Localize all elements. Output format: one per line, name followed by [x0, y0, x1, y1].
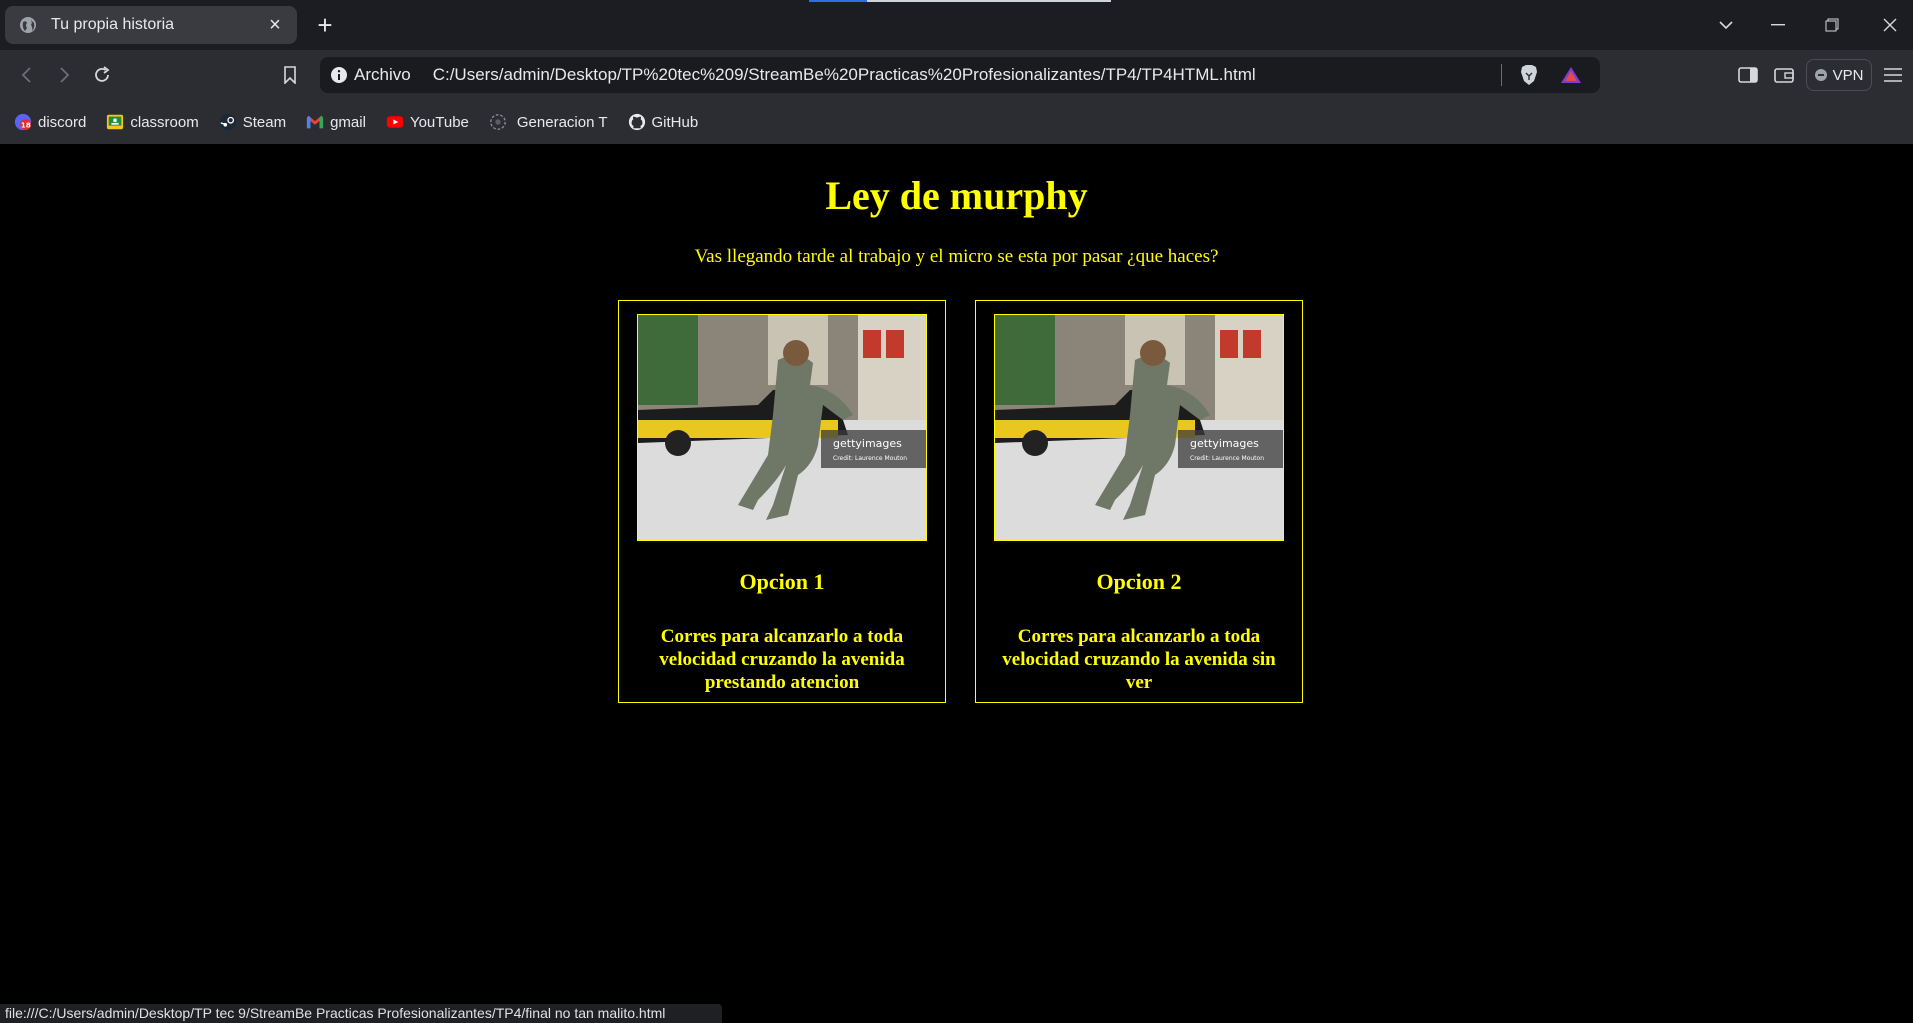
globe-icon [20, 17, 36, 33]
youtube-icon [386, 113, 404, 131]
minimize-button[interactable] [1758, 0, 1798, 50]
hamburger-menu-icon [1884, 68, 1902, 82]
tab-title: Tu propia historia [51, 16, 175, 33]
running-man-photo: gettyimages Credit: Laurence Mouton [638, 315, 926, 540]
photo-watermark: gettyimages [1190, 437, 1259, 450]
brave-shields-button[interactable] [1516, 62, 1542, 88]
bookmark-generacion-t[interactable]: Generacion T [489, 113, 608, 131]
address-bar[interactable]: Archivo C:/Users/admin/Desktop/TP%20tec%… [320, 57, 1600, 93]
bookmark-github[interactable]: GitHub [628, 113, 699, 131]
bookmark-discord[interactable]: 18 discord [14, 113, 86, 131]
triangle-rewards-icon [1561, 67, 1581, 83]
photo-watermark: gettyimages [833, 437, 902, 450]
option-card-1[interactable]: gettyimages Credit: Laurence Mouton Opci… [618, 300, 946, 703]
wallet-icon [1774, 68, 1794, 83]
restore-button[interactable] [1812, 0, 1852, 50]
reload-icon [95, 66, 110, 82]
wallet-button[interactable] [1769, 60, 1799, 90]
steam-icon [219, 113, 237, 131]
page-content: Ley de murphy Vas llegando tarde al trab… [0, 144, 1913, 1023]
bookmark-gmail[interactable]: gmail [306, 113, 366, 131]
sidebar-icon [1738, 67, 1758, 83]
option-description: Corres para alcanzarlo a toda velocidad … [1002, 626, 1276, 693]
classroom-icon [106, 113, 124, 131]
page-title: Ley de murphy [825, 173, 1088, 218]
tab-search-indicator [809, 0, 1111, 2]
bookmark-label: Generacion T [516, 113, 608, 131]
option-title[interactable]: Opcion 2 [976, 569, 1302, 595]
bookmark-steam[interactable]: Steam [219, 113, 286, 131]
close-window-button[interactable] [1870, 0, 1910, 50]
option-photo[interactable]: gettyimages Credit: Laurence Mouton [994, 314, 1284, 541]
forward-button[interactable] [49, 60, 79, 90]
chevron-down-icon [1719, 21, 1733, 30]
running-man-photo: gettyimages Credit: Laurence Mouton [995, 315, 1283, 540]
bookmark-label: discord [38, 113, 87, 131]
back-button[interactable] [12, 60, 42, 90]
bookmark-label: YouTube [409, 113, 469, 131]
vpn-status-icon [1814, 69, 1827, 81]
github-icon [628, 113, 646, 131]
tab-active[interactable]: Tu propia historia × [5, 6, 297, 44]
bookmark-label: Steam [242, 113, 287, 131]
gmail-icon [306, 113, 324, 131]
vpn-button[interactable]: VPN [1806, 59, 1872, 91]
status-bar-url: file:///C:/Users/admin/Desktop/TP tec 9/… [0, 1004, 722, 1023]
restore-icon [1825, 18, 1839, 32]
discord-icon: 18 [14, 113, 32, 131]
url-text[interactable]: C:/Users/admin/Desktop/TP%20tec%209/Stre… [433, 65, 1501, 85]
option-photo[interactable]: gettyimages Credit: Laurence Mouton [637, 314, 927, 541]
photo-credit: Credit: Laurence Mouton [833, 455, 907, 462]
lion-shield-icon [1521, 65, 1537, 85]
close-icon [1883, 18, 1897, 32]
option-description: Corres para alcanzarlo a toda velocidad … [659, 626, 905, 693]
option-title[interactable]: Opcion 1 [619, 569, 945, 595]
arrow-right-icon [60, 67, 70, 83]
brave-rewards-button[interactable] [1558, 62, 1584, 88]
scheme-label: Archivo [354, 65, 411, 84]
main-menu-button[interactable] [1878, 60, 1908, 90]
reload-button[interactable] [87, 60, 117, 90]
bookmark-button[interactable] [275, 60, 305, 90]
info-icon[interactable] [330, 66, 348, 84]
address-divider [1501, 64, 1502, 86]
bookmarks-bar: 18 discord classroom Steam gmail YouTube… [0, 100, 1913, 144]
bookmark-label: GitHub [651, 113, 699, 131]
bookmark-label: gmail [330, 113, 366, 131]
story-prompt: Vas llegando tarde al trabajo y el micro… [694, 246, 1219, 267]
bookmark-classroom[interactable]: classroom [106, 113, 199, 131]
arrow-left-icon [21, 67, 31, 83]
vpn-label: VPN [1832, 66, 1864, 84]
tab-strip: Tu propia historia × + [0, 0, 1913, 50]
tab-search-button[interactable] [1706, 0, 1746, 50]
bookmark-youtube[interactable]: YouTube [386, 113, 469, 131]
close-tab-icon[interactable]: × [265, 14, 285, 36]
discord-badge: 18 [21, 120, 31, 129]
bookmark-label: classroom [130, 113, 199, 131]
option-card-2[interactable]: gettyimages Credit: Laurence Mouton Opci… [975, 300, 1303, 703]
bookmark-icon [284, 66, 296, 84]
photo-credit: Credit: Laurence Mouton [1190, 455, 1264, 462]
new-tab-button[interactable]: + [311, 11, 339, 39]
sidebar-button[interactable] [1733, 60, 1763, 90]
minimize-icon [1771, 24, 1785, 26]
generacion-t-icon [489, 113, 507, 131]
browser-toolbar: Archivo C:/Users/admin/Desktop/TP%20tec%… [0, 50, 1913, 100]
